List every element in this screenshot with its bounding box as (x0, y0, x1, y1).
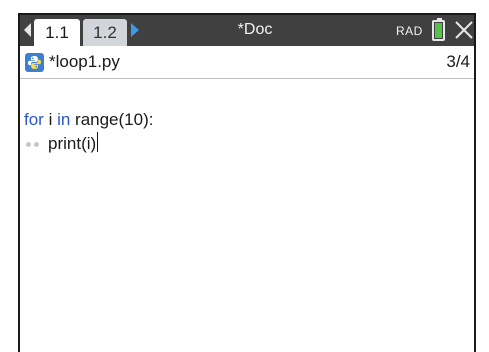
document-tab-bar: 1.1 1.2 *Doc RAD (20, 15, 474, 46)
code-editor[interactable]: for i in range(10): print(i) (20, 79, 474, 352)
keyword-in: in (57, 110, 71, 129)
code-line-1: for i in range(10): (24, 108, 153, 132)
previous-page-arrow-icon[interactable] (24, 23, 31, 37)
file-header: *loop1.py 3/4 (20, 46, 474, 79)
battery-icon (432, 18, 445, 41)
page-counter: 3/4 (446, 52, 470, 71)
calculator-screen: 1.1 1.2 *Doc RAD *loop1.py 3/4 for i in … (18, 13, 476, 352)
angle-mode-indicator: RAD (396, 24, 423, 38)
tab-page-1-2[interactable]: 1.2 (83, 19, 127, 46)
next-page-arrow-icon[interactable] (131, 23, 139, 37)
document-title: *Doc (237, 21, 273, 38)
range-call: range(10): (70, 110, 154, 129)
file-name: *loop1.py (49, 52, 120, 71)
keyword-for: for (24, 110, 44, 129)
text-cursor (97, 132, 99, 152)
tab-page-1-1[interactable]: 1.1 (34, 19, 80, 46)
print-statement: print(i) (48, 134, 97, 153)
code-line-2: print(i) (24, 132, 99, 156)
python-icon (25, 53, 44, 72)
close-icon[interactable] (453, 19, 475, 41)
loop-variable: i (43, 110, 58, 129)
indent-marker-icon (24, 132, 48, 156)
